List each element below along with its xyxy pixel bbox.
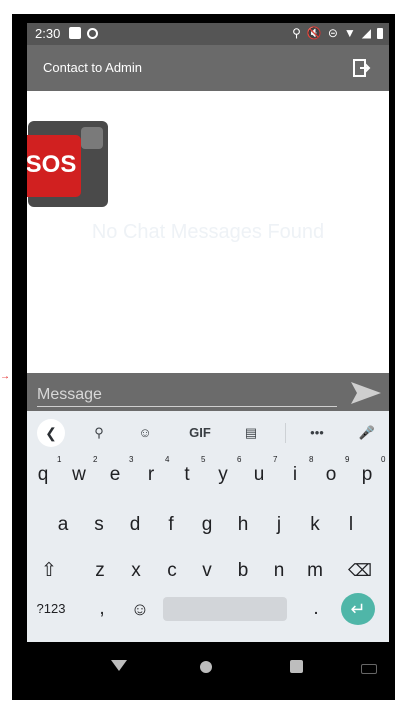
key-n[interactable]: n	[264, 551, 294, 591]
sticker-icon[interactable]: ☺	[135, 423, 155, 443]
key-f[interactable]: f	[156, 505, 186, 545]
logout-icon[interactable]	[351, 58, 371, 78]
key-b[interactable]: b	[228, 551, 258, 591]
status-bar: 2:30 ⚲ 🔇 ⊝ ▼ ◢	[27, 23, 389, 45]
key-m[interactable]: m	[300, 551, 330, 591]
more-icon[interactable]: •••	[305, 423, 329, 443]
nav-home-icon[interactable]	[200, 661, 212, 673]
key-hint-7: 7	[273, 455, 278, 464]
data-saver-icon	[87, 27, 98, 39]
keyboard-row-4: ?123 , ☺ . ↵	[27, 593, 389, 633]
key-hint-8: 8	[309, 455, 314, 464]
sos-floating-button[interactable]: SOS	[27, 121, 109, 211]
soft-keyboard: ❮ ⚲ ☺ GIF ▤ ••• 🎤 q 1 w 2 e 3 r 4 t 5 y …	[27, 411, 389, 642]
page-title: Contact to Admin	[43, 60, 142, 75]
navigation-bar	[27, 642, 389, 695]
key-d[interactable]: d	[120, 505, 150, 545]
translate-icon[interactable]: ▤	[241, 423, 261, 443]
backspace-icon[interactable]: ⌫	[343, 551, 377, 591]
keyboard-row-2: a s d f g h j k l	[27, 505, 389, 545]
app-notification-icon	[69, 27, 81, 39]
keyboard-row-1: q 1 w 2 e 3 r 4 t 5 y 6 u 7 i 8 o 9 p 0	[27, 455, 389, 495]
red-arrow-indicator: →	[0, 371, 10, 382]
mute-icon: 🔇	[306, 26, 322, 40]
dnd-icon: ⊝	[327, 26, 338, 40]
key-c[interactable]: c	[157, 551, 187, 591]
wifi-icon: ▼	[343, 26, 356, 40]
signal-icon: ◢	[361, 26, 371, 40]
key-s[interactable]: s	[84, 505, 114, 545]
toolbar-divider	[285, 423, 286, 443]
key-hint-9: 9	[345, 455, 350, 464]
key-a[interactable]: a	[48, 505, 78, 545]
key-hint-2: 2	[93, 455, 98, 464]
period-key[interactable]: .	[301, 593, 331, 633]
enter-icon[interactable]: ↵	[341, 593, 375, 625]
send-icon[interactable]	[349, 380, 383, 406]
status-time: 2:30	[35, 26, 61, 41]
battery-icon	[377, 27, 383, 39]
keyboard-switch-icon[interactable]	[361, 664, 377, 674]
key-u[interactable]: u	[244, 455, 274, 495]
empty-chat-message: No Chat Messages Found	[91, 221, 325, 243]
key-i[interactable]: i	[280, 455, 310, 495]
key-hint-4: 4	[165, 455, 170, 464]
key-hint-6: 6	[237, 455, 242, 464]
key-l[interactable]: l	[336, 505, 366, 545]
key-j[interactable]: j	[264, 505, 294, 545]
window-icon	[81, 127, 103, 149]
search-icon[interactable]: ⚲	[89, 423, 109, 443]
key-p[interactable]: p	[352, 455, 382, 495]
nav-back-icon[interactable]	[111, 660, 127, 671]
key-e[interactable]: e	[100, 455, 130, 495]
emoji-icon[interactable]: ☺	[125, 593, 155, 633]
app-bar: Contact to Admin	[27, 45, 389, 91]
nav-recents-icon[interactable]	[290, 660, 303, 673]
space-bar[interactable]	[163, 597, 287, 621]
key-hint-1: 1	[57, 455, 62, 464]
numbers-key[interactable]: ?123	[31, 593, 71, 633]
key-z[interactable]: z	[85, 551, 115, 591]
location-icon: ⚲	[292, 26, 301, 40]
keyboard-row-3: ⇧ z x c v b n m ⌫	[27, 551, 389, 591]
key-hint-0: 0	[381, 455, 386, 464]
key-w[interactable]: w	[64, 455, 94, 495]
comma-key[interactable]: ,	[87, 593, 117, 633]
key-k[interactable]: k	[300, 505, 330, 545]
key-y[interactable]: y	[208, 455, 238, 495]
key-o[interactable]: o	[316, 455, 346, 495]
key-h[interactable]: h	[228, 505, 258, 545]
shift-icon[interactable]: ⇧	[32, 551, 66, 591]
keyboard-toolbar: ❮ ⚲ ☺ GIF ▤ ••• 🎤	[27, 411, 389, 455]
key-x[interactable]: x	[121, 551, 151, 591]
message-bar	[27, 373, 389, 411]
key-g[interactable]: g	[192, 505, 222, 545]
key-t[interactable]: t	[172, 455, 202, 495]
sos-label: SOS	[27, 135, 81, 197]
gif-button[interactable]: GIF	[185, 423, 215, 443]
chevron-left-icon[interactable]: ❮	[37, 419, 65, 447]
key-v[interactable]: v	[192, 551, 222, 591]
phone-screen: 2:30 ⚲ 🔇 ⊝ ▼ ◢ Contact to Admin No Chat …	[27, 23, 389, 695]
key-r[interactable]: r	[136, 455, 166, 495]
key-hint-5: 5	[201, 455, 206, 464]
message-input[interactable]	[37, 384, 337, 407]
key-hint-3: 3	[129, 455, 134, 464]
key-q[interactable]: q	[28, 455, 58, 495]
microphone-icon[interactable]: 🎤	[357, 423, 377, 443]
